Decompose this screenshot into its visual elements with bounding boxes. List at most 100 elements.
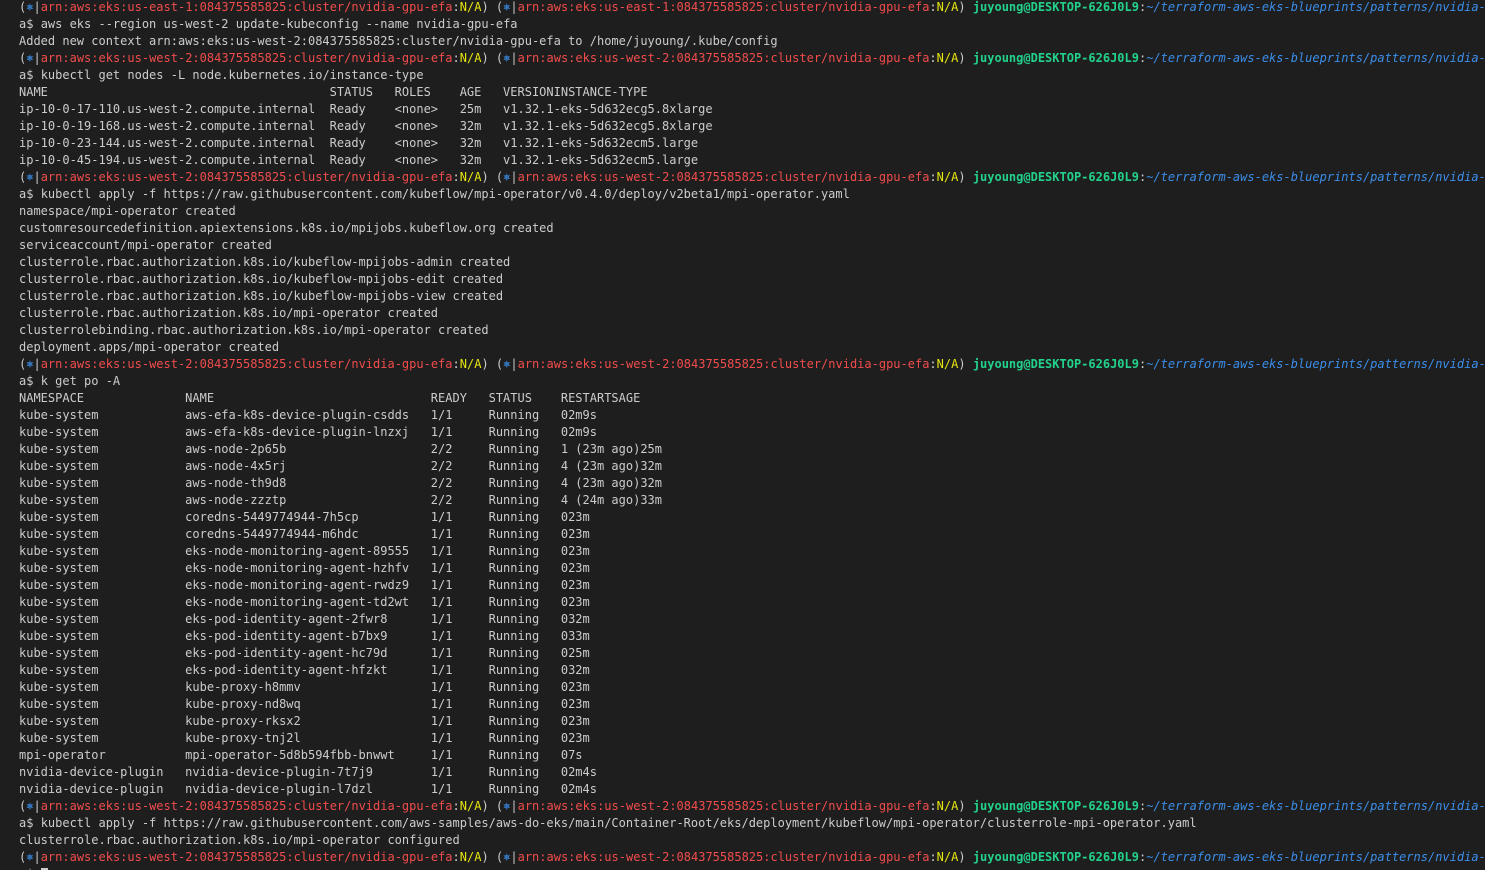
prompt-line: (⎈|arn:aws:eks:us-west-2:084375585825:cl… xyxy=(19,798,1485,815)
kube-prompt-close: ) xyxy=(481,170,489,184)
pods-table-row: kube-system kube-proxy-rksx2 1/1 Running… xyxy=(19,714,590,728)
user-host: juyoung@DESKTOP-626J0L9 xyxy=(972,799,1139,813)
nodes-table-row: ip-10-0-23-144.us-west-2.compute.interna… xyxy=(19,136,699,150)
current-path: ~/terraform-aws-eks-blueprints/patterns/… xyxy=(1146,0,1485,14)
pods-table-row: kube-system eks-pod-identity-agent-hfzkt… xyxy=(19,663,590,677)
kube-prompt-colon: : xyxy=(452,850,460,864)
kube-prompt-close: ) xyxy=(958,170,966,184)
kube-namespace: N/A xyxy=(936,51,959,65)
kube-context: arn:aws:eks:us-west-2:084375585825:clust… xyxy=(40,51,453,65)
user-host: juyoung@DESKTOP-626J0L9 xyxy=(972,850,1139,864)
kube-prompt-colon: : xyxy=(452,799,460,813)
kube-prompt-sep: | xyxy=(510,850,518,864)
pods-table-row: kube-system aws-node-th9d8 2/2 Running 4… xyxy=(19,476,662,490)
kube-prompt-colon: : xyxy=(929,51,937,65)
kube-context: arn:aws:eks:us-west-2:084375585825:clust… xyxy=(40,850,453,864)
pods-table-row: kube-system coredns-5449774944-m6hdc 1/1… xyxy=(19,527,590,541)
kube-prompt-colon: : xyxy=(452,357,460,371)
pods-table-row: kube-system aws-node-4x5rj 2/2 Running 4… xyxy=(19,459,662,473)
kube-prompt-sep: | xyxy=(33,51,41,65)
kube-namespace: N/A xyxy=(459,51,482,65)
current-path: ~/terraform-aws-eks-blueprints/patterns/… xyxy=(1146,51,1485,65)
current-path: ~/terraform-aws-eks-blueprints/patterns/… xyxy=(1146,799,1485,813)
kube-prompt-colon: : xyxy=(452,51,460,65)
nodes-table-row: ip-10-0-45-194.us-west-2.compute.interna… xyxy=(19,153,699,167)
kube-namespace: N/A xyxy=(459,357,482,371)
kube-prompt-colon: : xyxy=(929,799,937,813)
kube-context: arn:aws:eks:us-west-2:084375585825:clust… xyxy=(517,170,930,184)
kube-prompt-close: ) xyxy=(958,799,966,813)
user-host: juyoung@DESKTOP-626J0L9 xyxy=(972,357,1139,371)
kube-prompt-close: ) xyxy=(958,850,966,864)
nodes-table-row: ip-10-0-19-168.us-west-2.compute.interna… xyxy=(19,119,713,133)
kube-prompt-sep: | xyxy=(33,357,41,371)
kube-prompt-sep: | xyxy=(510,357,518,371)
prompt-dollar: $ xyxy=(26,17,41,31)
kube-prompt-colon: : xyxy=(929,0,937,14)
terminal-window[interactable]: (⎈|arn:aws:eks:us-east-1:084375585825:cl… xyxy=(0,0,1485,870)
kube-prompt-close: ) xyxy=(958,357,966,371)
kube-prompt-close: ) xyxy=(958,0,966,14)
output-line: clusterrole.rbac.authorization.k8s.io/ku… xyxy=(19,255,511,269)
kube-namespace: N/A xyxy=(936,170,959,184)
input-line[interactable]: ●a$ xyxy=(19,866,1485,870)
kube-namespace: N/A xyxy=(936,0,959,14)
kube-context: arn:aws:eks:us-west-2:084375585825:clust… xyxy=(517,357,930,371)
kube-prompt-close: ) xyxy=(481,51,489,65)
output-line: clusterrole.rbac.authorization.k8s.io/ku… xyxy=(19,289,504,303)
kube-context: arn:aws:eks:us-west-2:084375585825:clust… xyxy=(40,799,453,813)
kube-namespace: N/A xyxy=(459,850,482,864)
prompt-line: (⎈|arn:aws:eks:us-east-1:084375585825:cl… xyxy=(19,0,1485,16)
pods-table-row: kube-system aws-node-zzztp 2/2 Running 4… xyxy=(19,493,662,507)
nodes-table-row: ip-10-0-17-110.us-west-2.compute.interna… xyxy=(19,102,713,116)
kube-prompt-sep: | xyxy=(33,799,41,813)
pods-table-row: kube-system eks-node-monitoring-agent-rw… xyxy=(19,578,590,592)
pods-table-row: mpi-operator mpi-operator-5d8b594fbb-bnw… xyxy=(19,748,583,762)
command-text: k get po -A xyxy=(40,374,121,388)
output-line: namespace/mpi-operator created xyxy=(19,204,236,218)
prompt-line: (⎈|arn:aws:eks:us-west-2:084375585825:cl… xyxy=(19,849,1485,866)
kube-prompt-sep: | xyxy=(510,0,518,14)
kube-context: arn:aws:eks:us-east-1:084375585825:clust… xyxy=(40,0,453,14)
kube-prompt-colon: : xyxy=(452,0,460,14)
kube-prompt-sep: | xyxy=(33,0,41,14)
command-line[interactable]: ●a$ k get po -A xyxy=(19,373,1485,390)
nodes-table-header: NAME STATUS ROLES AGE VERSIONINSTANCE-TY… xyxy=(19,85,648,99)
pods-table-row: kube-system eks-pod-identity-agent-b7bx9… xyxy=(19,629,590,643)
command-text: kubectl get nodes -L node.kubernetes.io/… xyxy=(40,68,424,82)
output-line: serviceaccount/mpi-operator created xyxy=(19,238,272,252)
output-line: clusterrole.rbac.authorization.k8s.io/mp… xyxy=(19,833,460,847)
kube-prompt-sep: | xyxy=(33,170,41,184)
command-line[interactable]: ●a$ kubectl apply -f https://raw.githubu… xyxy=(19,186,1485,203)
kube-prompt-sep: | xyxy=(510,799,518,813)
kube-context: arn:aws:eks:us-west-2:084375585825:clust… xyxy=(517,51,930,65)
output-line: Added new context arn:aws:eks:us-west-2:… xyxy=(19,34,778,48)
kube-namespace: N/A xyxy=(459,799,482,813)
command-text: aws eks --region us-west-2 update-kubeco… xyxy=(40,17,518,31)
kube-prompt-colon: : xyxy=(452,170,460,184)
command-line[interactable]: ●a$ aws eks --region us-west-2 update-ku… xyxy=(19,16,1485,33)
pods-table-header: NAMESPACE NAME READY STATUS RESTARTSAGE xyxy=(19,391,641,405)
kube-namespace: N/A xyxy=(936,799,959,813)
kube-namespace: N/A xyxy=(459,170,482,184)
kube-context: arn:aws:eks:us-west-2:084375585825:clust… xyxy=(517,850,930,864)
kube-prompt-close: ) xyxy=(958,51,966,65)
kube-namespace: N/A xyxy=(936,850,959,864)
prompt-dollar: $ xyxy=(26,68,41,82)
output-line: clusterrole.rbac.authorization.k8s.io/mp… xyxy=(19,306,439,320)
kube-prompt-sep: | xyxy=(510,51,518,65)
pods-table-row: kube-system kube-proxy-nd8wq 1/1 Running… xyxy=(19,697,590,711)
pods-table-row: kube-system eks-node-monitoring-agent-hz… xyxy=(19,561,590,575)
kube-prompt-close: ) xyxy=(481,850,489,864)
user-host: juyoung@DESKTOP-626J0L9 xyxy=(972,51,1139,65)
command-line[interactable]: ●a$ kubectl apply -f https://raw.githubu… xyxy=(19,815,1485,832)
prompt-dollar: $ xyxy=(26,816,41,830)
command-line[interactable]: ●a$ kubectl get nodes -L node.kubernetes… xyxy=(19,67,1485,84)
pods-table-row: kube-system eks-node-monitoring-agent-td… xyxy=(19,595,590,609)
current-path: ~/terraform-aws-eks-blueprints/patterns/… xyxy=(1146,357,1485,371)
pods-table-row: kube-system eks-node-monitoring-agent-89… xyxy=(19,544,590,558)
kube-prompt-close: ) xyxy=(481,0,489,14)
kube-context: arn:aws:eks:us-west-2:084375585825:clust… xyxy=(517,799,930,813)
current-path: ~/terraform-aws-eks-blueprints/patterns/… xyxy=(1146,850,1485,864)
output-line: clusterrolebinding.rbac.authorization.k8… xyxy=(19,323,489,337)
